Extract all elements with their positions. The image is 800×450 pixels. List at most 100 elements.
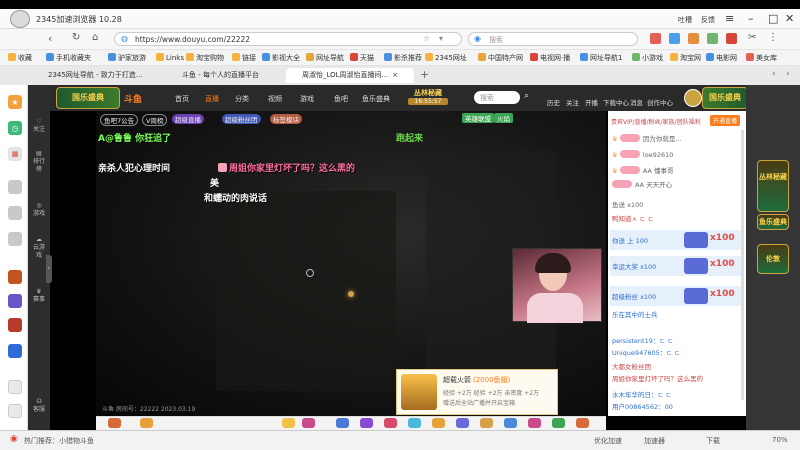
video-tag[interactable]: V周榜 [142, 114, 168, 126]
bookmark-item[interactable]: 美女库 [746, 53, 777, 63]
bookmark-item[interactable]: 影视大全 [262, 53, 300, 63]
bookmark-item[interactable]: 网址导航 [306, 53, 344, 63]
video-tag[interactable]: 超级粉丝团 [222, 114, 261, 124]
bookmark-item[interactable]: 影杀推荐 [384, 53, 422, 63]
maximize-icon[interactable]: □ [768, 12, 778, 25]
gift-icon[interactable] [432, 418, 445, 428]
gift-icon[interactable] [360, 418, 373, 428]
event-countdown[interactable]: 丛林秘藏 16:55:57 [408, 88, 448, 108]
ext-icon-4[interactable] [707, 33, 718, 44]
follow-nav[interactable]: ♡ 关注 [33, 118, 45, 134]
video-tag[interactable]: 超级直播 [172, 114, 204, 124]
gift-icon[interactable] [282, 418, 295, 428]
chat-scrollbar[interactable] [741, 130, 744, 400]
bookmark-item[interactable]: 收藏 [8, 53, 32, 63]
bookmark-item[interactable]: 链接 [232, 53, 256, 63]
nav-message[interactable]: 消息 [630, 97, 643, 107]
ext-icon-2[interactable] [669, 33, 680, 44]
bookmark-item[interactable]: 电影网 [706, 53, 737, 63]
nav-home[interactable]: 首页 [175, 94, 189, 104]
service-nav[interactable]: ☊ 客服 [33, 398, 45, 414]
video-tag[interactable]: 鱼吧7公告 [100, 114, 139, 126]
gift-icon[interactable] [456, 418, 469, 428]
nav-category[interactable]: 分类 [235, 94, 249, 104]
gift-icon[interactable] [552, 418, 565, 428]
clock-icon[interactable]: ◷ [8, 121, 22, 135]
bookmark-item[interactable]: 淘宝网 [670, 53, 701, 63]
minimize-icon[interactable]: – [748, 12, 754, 25]
search-icon[interactable]: ⌕ [524, 91, 529, 101]
event-banner-left[interactable]: 国乐盛典 [56, 87, 120, 109]
zoom-level[interactable]: 70% [772, 436, 788, 444]
nav-follow[interactable]: 关注 [566, 97, 579, 107]
gift-icon[interactable] [480, 418, 493, 428]
game-icon[interactable] [8, 404, 22, 418]
cloud-game-nav[interactable]: ☁ 云游戏 [33, 236, 45, 260]
user-avatar[interactable] [684, 89, 702, 107]
video-tag[interactable]: 标签模块 [270, 114, 302, 124]
event-banner-right[interactable]: 国乐盛典 [702, 87, 748, 109]
gift-icon[interactable] [302, 418, 315, 428]
menu-icon[interactable]: ≡ [725, 12, 734, 25]
open-stream-button[interactable]: 开通直播 [710, 115, 741, 126]
optimize-button[interactable]: 优化加速 [594, 436, 622, 446]
gift-icon[interactable] [504, 418, 517, 428]
ranking-nav[interactable]: ▤ 排行榜 [33, 150, 45, 174]
streamer-webcam[interactable] [512, 248, 602, 323]
game-icon[interactable] [8, 294, 22, 308]
gift-icon[interactable] [140, 418, 153, 428]
london-event-icon[interactable]: 伦敦 [757, 244, 789, 274]
bookmark-item[interactable]: Links [156, 53, 184, 62]
sidebar-collapse-handle[interactable]: › [46, 255, 52, 283]
nav-live[interactable]: 直播 [205, 94, 219, 104]
home-icon[interactable]: ⌂ [92, 32, 98, 43]
festival-event-icon[interactable]: 鱼乐盛典 [757, 214, 789, 230]
bookmark-item[interactable]: 中国特产网 [478, 53, 523, 63]
close-icon[interactable]: ✕ [785, 12, 794, 25]
game-icon[interactable] [8, 180, 22, 194]
ext-icon-5[interactable] [726, 33, 737, 44]
bookmark-item[interactable]: 天猫 [350, 53, 374, 63]
gift-popup[interactable]: 超载火箭 (2000鱼翅) 经验 +2万 经验 +2万 亲密度 +2万 赠送后全站… [396, 369, 558, 415]
tab-close-icon[interactable]: × [392, 71, 398, 79]
tab-nav-left-icon[interactable]: ‹ [772, 69, 776, 79]
dropdown-icon[interactable]: ▾ [439, 34, 443, 43]
tab-douyu[interactable]: 斗鱼 - 每个人的直播平台 [166, 68, 284, 83]
gift-icon[interactable] [384, 418, 397, 428]
ext-icon-3[interactable] [688, 33, 699, 44]
address-bar[interactable]: ◍ https://www.douyu.com/22222 ☆ ▾ [114, 32, 462, 46]
gift-icon[interactable] [108, 418, 121, 428]
bookmark-item[interactable]: 手机收藏夹 [46, 53, 91, 63]
bookmark-item[interactable]: 电视网·播 [530, 53, 570, 63]
gift-icon[interactable] [576, 418, 589, 428]
game-icon[interactable] [8, 344, 22, 358]
site-logo[interactable]: 斗鱼 [124, 92, 142, 105]
game-icon[interactable] [8, 270, 22, 284]
tab-live-room[interactable]: 周淑怡_LOL周淑怡直播间... × [286, 68, 414, 83]
gift-icon[interactable] [528, 418, 541, 428]
star-icon[interactable]: ★ [8, 95, 22, 109]
game-icon[interactable] [8, 380, 22, 394]
game-icon[interactable] [8, 318, 22, 332]
gift-icon[interactable] [408, 418, 421, 428]
bookmark-item[interactable]: 淘宝购物 [186, 53, 224, 63]
bookmark-item[interactable]: 2345网址 [425, 53, 467, 63]
status-news-text[interactable]: 热门推荐：小猎物斗鱼 [24, 436, 94, 446]
new-tab-icon[interactable]: + [420, 68, 429, 81]
nav-download[interactable]: 下载中心 [603, 97, 629, 107]
gift-icon[interactable] [336, 418, 349, 428]
site-search-input[interactable]: 搜索 [474, 91, 520, 104]
bookmark-item[interactable]: 网址导航1 [580, 53, 622, 63]
tools-icon[interactable]: ✂ [748, 32, 756, 43]
nav-history[interactable]: 历史 [547, 97, 560, 107]
refresh-icon[interactable]: ↻ [72, 32, 80, 43]
tab-nav-right-icon[interactable]: › [786, 69, 790, 79]
search-box[interactable]: ◉ 搜索 [468, 32, 638, 46]
game-nav[interactable]: ◎ 游戏 [33, 202, 45, 218]
category-tag[interactable]: 英雄联盟 [462, 113, 494, 123]
nav-creator[interactable]: 创作中心 [647, 97, 673, 107]
bookmark-item[interactable]: 小游戏 [632, 53, 663, 63]
calendar-icon[interactable]: ▦ [8, 147, 22, 161]
event-nav[interactable]: ♛ 赛事 [33, 288, 45, 304]
category-tag[interactable]: 火焰 [494, 113, 513, 123]
